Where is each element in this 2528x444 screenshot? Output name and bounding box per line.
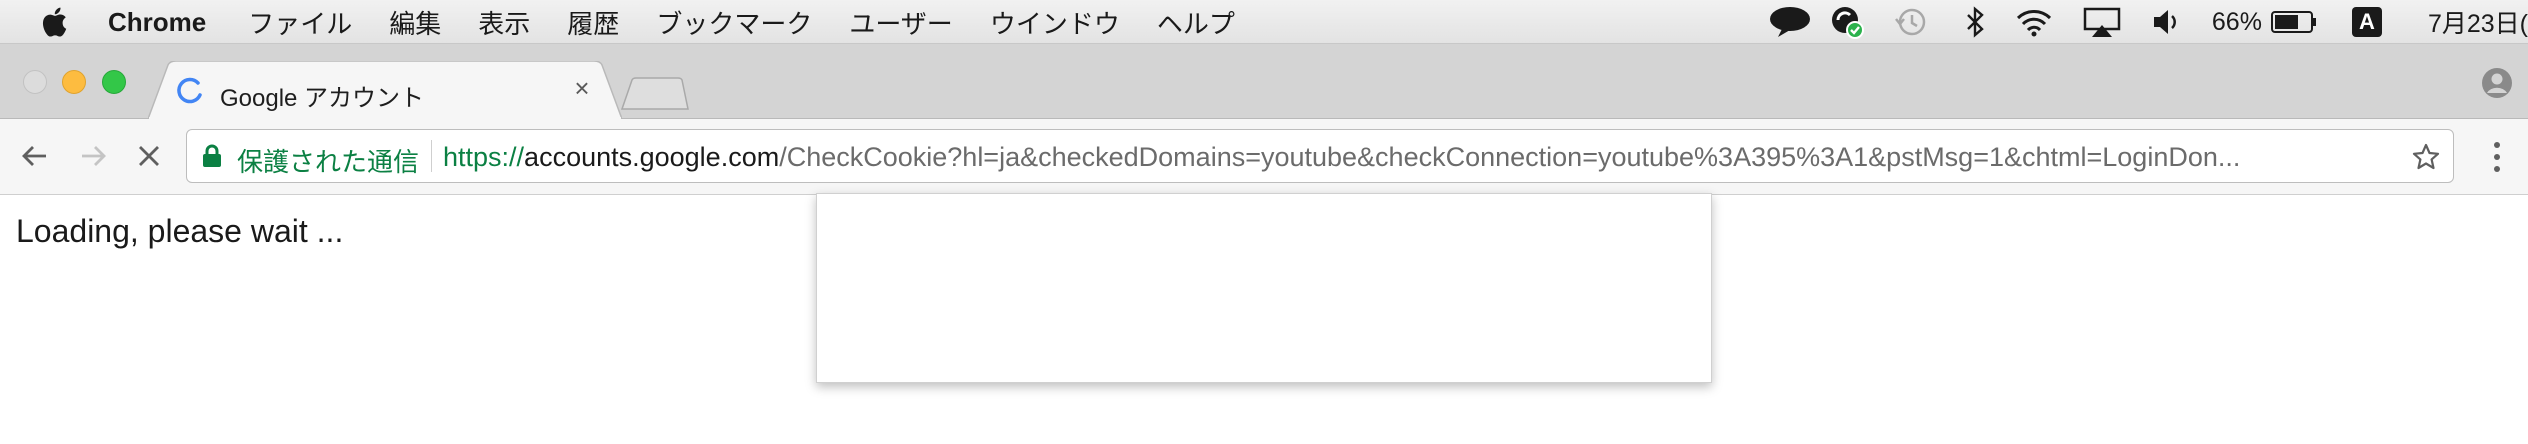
tab-active[interactable]: Google アカウント ×: [148, 61, 622, 119]
forward-arrow-icon[interactable]: [74, 137, 112, 175]
address-bar[interactable]: 保護された通信 https://accounts.google.com/Chec…: [186, 129, 2454, 183]
tab-title: Google アカウント: [220, 85, 425, 112]
loading-spinner-icon: [177, 77, 202, 104]
menu-bar: Chrome ファイル 編集 表示 履歴 ブックマーク ユーザー ウインドウ ヘ…: [0, 0, 2528, 44]
new-tab-button[interactable]: [618, 77, 690, 111]
volume-icon[interactable]: [2150, 5, 2184, 39]
status-area: 66% A 7月23日(: [1740, 0, 2528, 44]
menu-people[interactable]: ユーザー: [849, 4, 952, 41]
url-host: accounts.google.com: [524, 142, 780, 172]
back-arrow-icon[interactable]: [16, 137, 54, 175]
url-text[interactable]: https://accounts.google.com/CheckCookie?…: [443, 142, 2383, 173]
menu-bookmarks[interactable]: ブックマーク: [656, 4, 812, 41]
browser-toolbar: 保護された通信 https://accounts.google.com/Chec…: [0, 119, 2528, 195]
tab-strip: Google アカウント ×: [0, 44, 2528, 119]
url-path: /CheckCookie?hl=ja&checkedDomains=youtub…: [779, 142, 2241, 172]
window-close-button[interactable]: [23, 70, 47, 94]
bookmark-star-icon[interactable]: [2411, 142, 2441, 172]
menu-edit[interactable]: 編集: [389, 4, 441, 41]
menu-file[interactable]: ファイル: [248, 4, 352, 41]
security-label[interactable]: 保護された通信: [237, 142, 419, 179]
stop-loading-icon[interactable]: [130, 137, 168, 175]
loading-message: Loading, please wait ...: [16, 213, 344, 249]
chat-bubble-icon[interactable]: [1768, 5, 1812, 39]
window-minimize-button[interactable]: [62, 70, 86, 94]
input-source-label: A: [2351, 7, 2382, 37]
airplay-icon[interactable]: [2082, 5, 2122, 39]
battery-icon[interactable]: [2270, 9, 2318, 35]
tab-close-icon[interactable]: ×: [568, 74, 596, 102]
address-divider: [431, 140, 432, 172]
url-scheme: https://: [443, 142, 525, 172]
menu-help[interactable]: ヘルプ: [1157, 4, 1235, 41]
menu-view[interactable]: 表示: [478, 4, 530, 41]
window-zoom-button[interactable]: [102, 70, 126, 94]
bluetooth-icon[interactable]: [1964, 5, 1986, 39]
menu-bar-left: Chrome ファイル 編集 表示 履歴 ブックマーク ユーザー ウインドウ ヘ…: [0, 0, 1272, 44]
page-content: Loading, please wait ...: [0, 193, 2528, 444]
popup-dialog: [816, 193, 1712, 383]
chrome-menu-icon[interactable]: [2490, 139, 2504, 175]
sync-status-icon[interactable]: [1830, 5, 1864, 39]
apple-icon[interactable]: [38, 4, 74, 40]
clock-date[interactable]: 7月23日(: [2428, 4, 2528, 40]
wifi-icon[interactable]: [2014, 5, 2054, 39]
battery-percent[interactable]: 66%: [2212, 8, 2262, 37]
menu-history[interactable]: 履歴: [567, 4, 619, 41]
profile-icon[interactable]: [2480, 66, 2514, 100]
menu-app-name[interactable]: Chrome: [108, 7, 206, 38]
input-source-badge[interactable]: A: [2351, 7, 2382, 37]
lock-icon[interactable]: [201, 144, 223, 168]
menu-window[interactable]: ウインドウ: [990, 4, 1120, 41]
time-machine-icon[interactable]: [1892, 5, 1930, 39]
